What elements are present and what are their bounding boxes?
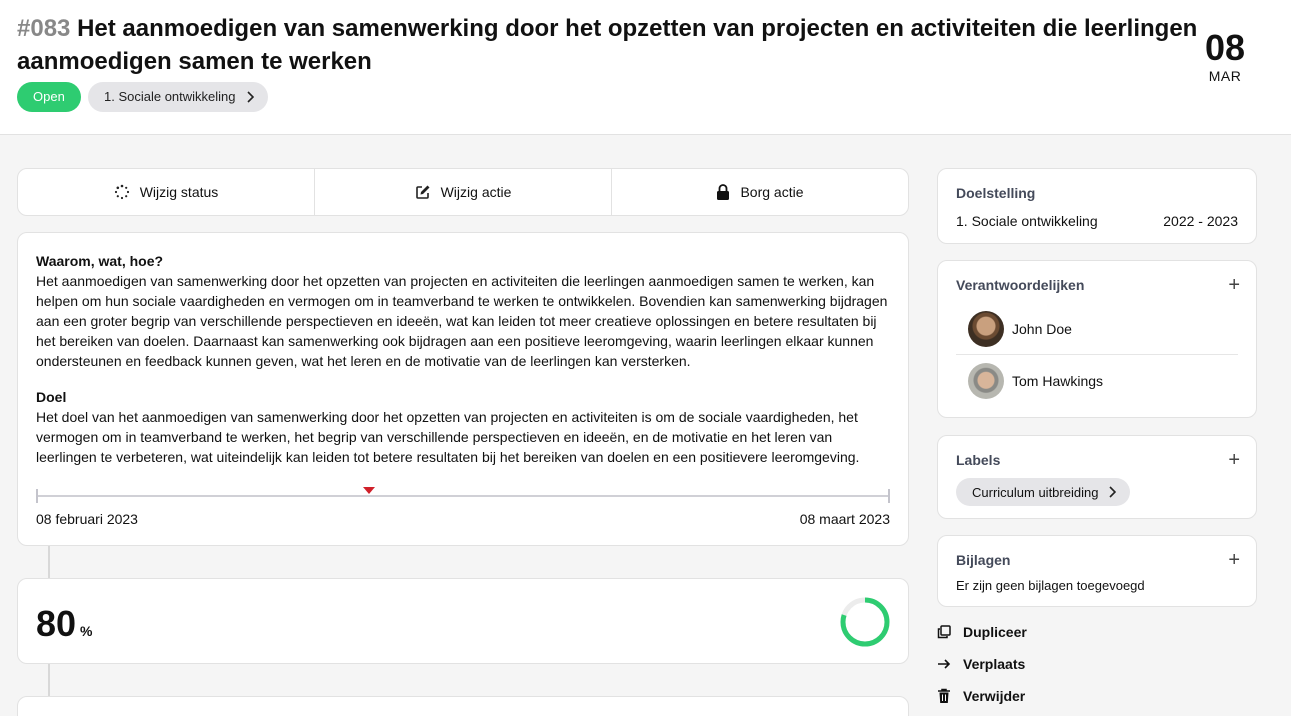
edit-icon xyxy=(415,185,430,199)
change-action-button[interactable]: Wijzig actie xyxy=(315,169,612,215)
category-chip[interactable]: 1. Sociale ontwikkeling xyxy=(88,82,268,112)
status-badge[interactable]: Open xyxy=(17,82,81,112)
delete-link[interactable]: Verwijder xyxy=(937,688,1025,704)
responsible-heading: Verantwoordelijken xyxy=(956,277,1085,293)
duplicate-link[interactable]: Dupliceer xyxy=(937,624,1027,640)
labels-heading: Labels xyxy=(956,452,1001,468)
person-name: John Doe xyxy=(1012,320,1072,337)
attachments-heading: Bijlagen xyxy=(956,552,1011,568)
progress-ring xyxy=(840,597,890,647)
labels-card: Labels + Curriculum uitbreiding xyxy=(937,435,1257,519)
loader-icon xyxy=(114,184,129,200)
person-item[interactable]: John Doe xyxy=(956,303,1238,355)
attachments-empty-text: Er zijn geen bijlagen toegevoegd xyxy=(956,578,1145,593)
person-name: Tom Hawkings xyxy=(1012,373,1104,389)
duplicate-label: Dupliceer xyxy=(963,624,1027,640)
label-text: Curriculum uitbreiding xyxy=(972,484,1099,500)
progress-value: 80% xyxy=(36,603,93,645)
timeline-start-date: 08 februari 2023 xyxy=(36,511,138,527)
goal-row[interactable]: 1. Sociale ontwikkeling 2022 - 2023 xyxy=(956,213,1238,229)
move-link[interactable]: Verplaats xyxy=(937,656,1025,672)
timeline-start-tick xyxy=(36,489,38,503)
page-title: #083 Het aanmoedigen van samenwerking do… xyxy=(17,12,1207,78)
action-number: #083 xyxy=(17,15,71,42)
page-header: #083 Het aanmoedigen van samenwerking do… xyxy=(0,0,1291,135)
card-connector xyxy=(48,546,50,578)
date-month: MAR xyxy=(1208,68,1242,84)
trash-icon xyxy=(938,688,950,703)
category-label: 1. Sociale ontwikkeling xyxy=(104,89,236,104)
move-label: Verplaats xyxy=(963,656,1026,672)
delete-label: Verwijder xyxy=(963,688,1026,704)
change-action-label: Wijzig actie xyxy=(440,184,512,200)
change-status-label: Wijzig status xyxy=(139,184,219,200)
why-heading: Waarom, wat, hoe? xyxy=(36,253,164,269)
arrow-right-icon xyxy=(938,659,951,669)
date-badge: 08 MAR xyxy=(1195,27,1255,85)
progress-unit: % xyxy=(80,623,93,639)
progress-card: 80% xyxy=(17,578,909,664)
add-responsible-plus-icon[interactable]: + xyxy=(1228,275,1240,295)
goal-heading: Doel xyxy=(36,389,67,405)
next-card xyxy=(17,696,909,716)
goal-period: 2022 - 2023 xyxy=(1163,213,1238,229)
description-card: Waarom, wat, hoe? Het aanmoedigen van sa… xyxy=(17,232,909,546)
add-attachment-plus-icon[interactable]: + xyxy=(1228,550,1240,570)
card-connector xyxy=(48,664,50,696)
goal-card-heading: Doelstelling xyxy=(956,185,1036,201)
label-chip[interactable]: Curriculum uitbreiding xyxy=(956,478,1131,506)
add-label-plus-icon[interactable]: + xyxy=(1228,450,1240,470)
progress-number: 80 xyxy=(36,603,77,644)
change-status-button[interactable]: Wijzig status xyxy=(18,169,315,215)
chevron-right-icon xyxy=(246,91,254,103)
timeline-line xyxy=(36,495,890,497)
avatar xyxy=(968,363,1004,399)
person-item[interactable]: Tom Hawkings xyxy=(956,355,1238,407)
action-toolbar: Wijzig status Wijzig actie Borg actie xyxy=(17,168,909,216)
attachments-card: Bijlagen + Er zijn geen bijlagen toegevo… xyxy=(937,535,1257,607)
timeline-dates: 08 februari 2023 08 maart 2023 xyxy=(36,511,890,527)
avatar xyxy=(968,310,1004,347)
action-title: Het aanmoedigen van samenwerking door he… xyxy=(17,15,1198,75)
secure-action-label: Borg actie xyxy=(740,184,804,200)
timeline-bar xyxy=(36,487,890,503)
responsible-card: Verantwoordelijken + John Doe Tom Hawkin… xyxy=(937,260,1257,418)
timeline-end-date: 08 maart 2023 xyxy=(799,511,890,527)
date-day: 08 xyxy=(1204,27,1246,68)
why-text: Het aanmoedigen van samenwerking door he… xyxy=(36,273,888,369)
secure-action-button[interactable]: Borg actie xyxy=(612,169,908,215)
chevron-right-icon xyxy=(1109,486,1117,498)
goal-name: 1. Sociale ontwikkeling xyxy=(956,213,1098,229)
lock-icon xyxy=(717,184,730,200)
timeline-current-marker xyxy=(363,487,376,494)
goal-text: Het doel van het aanmoedigen van samenwe… xyxy=(36,409,860,465)
goal-card: Doelstelling 1. Sociale ontwikkeling 202… xyxy=(937,168,1257,244)
timeline-end-tick xyxy=(888,489,890,503)
copy-icon xyxy=(937,625,951,639)
